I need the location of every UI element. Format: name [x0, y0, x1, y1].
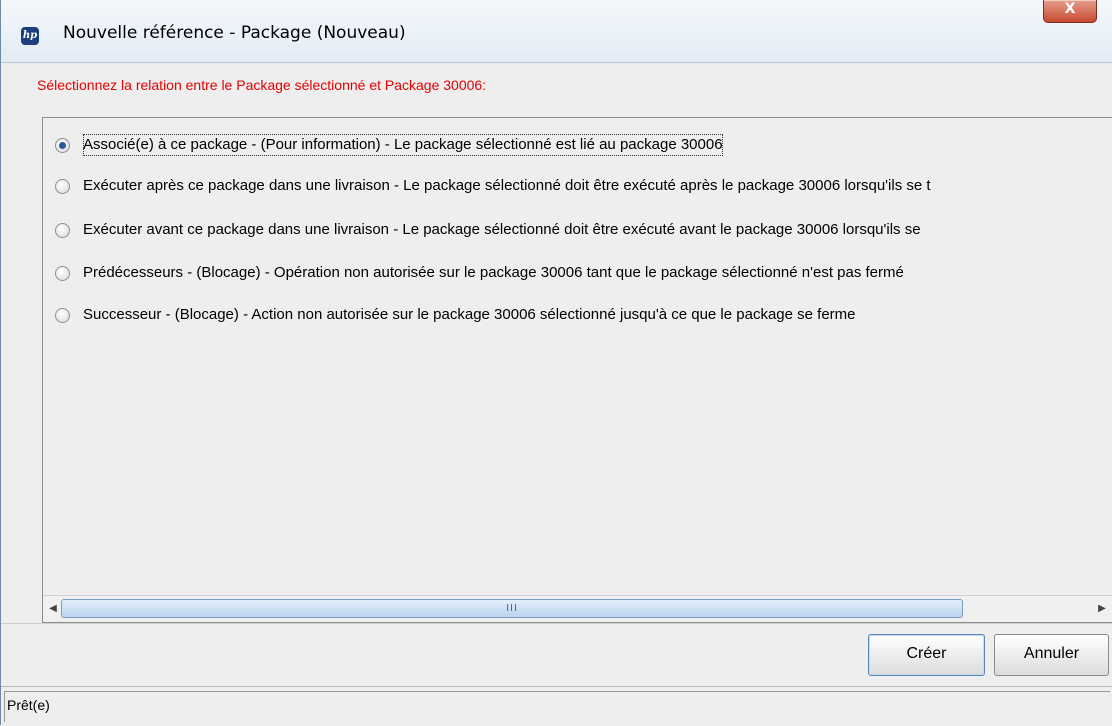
- scrollbar-grip-icon: III: [506, 603, 518, 614]
- option-label: Prédécesseurs - (Blocage) - Opération no…: [83, 264, 904, 281]
- option-label: Exécuter avant ce package dans une livra…: [83, 221, 921, 238]
- status-field: Prêt(e): [4, 691, 1110, 722]
- dialog-window: hp Nouvelle référence - Package (Nouveau…: [0, 0, 1112, 726]
- horizontal-scrollbar[interactable]: ◀ III ▶: [43, 595, 1112, 621]
- relation-prompt: Sélectionnez la relation entre le Packag…: [37, 77, 487, 93]
- radio-button[interactable]: [55, 308, 70, 323]
- radio-button[interactable]: [55, 179, 70, 194]
- radio-button[interactable]: [55, 266, 70, 281]
- create-button[interactable]: Créer: [868, 634, 985, 676]
- hp-logo-icon: hp: [21, 27, 39, 45]
- option-label: Successeur - (Blocage) - Action non auto…: [83, 306, 856, 323]
- radio-button-selected[interactable]: [55, 138, 70, 153]
- cancel-button[interactable]: Annuler: [994, 634, 1109, 676]
- window-title: Nouvelle référence - Package (Nouveau): [63, 23, 406, 43]
- button-bar: Créer Annuler: [1, 623, 1112, 686]
- scrollbar-thumb[interactable]: III: [61, 599, 963, 618]
- radio-button[interactable]: [55, 223, 70, 238]
- scroll-right-icon[interactable]: ▶: [1092, 596, 1112, 621]
- option-label: Associé(e) à ce package - (Pour informat…: [83, 134, 723, 156]
- scroll-left-icon[interactable]: ◀: [43, 596, 63, 621]
- title-bar[interactable]: hp Nouvelle référence - Package (Nouveau…: [1, 0, 1112, 63]
- status-text: Prêt(e): [7, 697, 50, 713]
- relation-options-panel: Associé(e) à ce package - (Pour informat…: [42, 117, 1112, 623]
- close-icon: X: [1064, 1, 1076, 17]
- option-label: Exécuter après ce package dans une livra…: [83, 177, 931, 194]
- close-button[interactable]: X: [1043, 0, 1097, 23]
- status-bar: Prêt(e): [1, 686, 1112, 726]
